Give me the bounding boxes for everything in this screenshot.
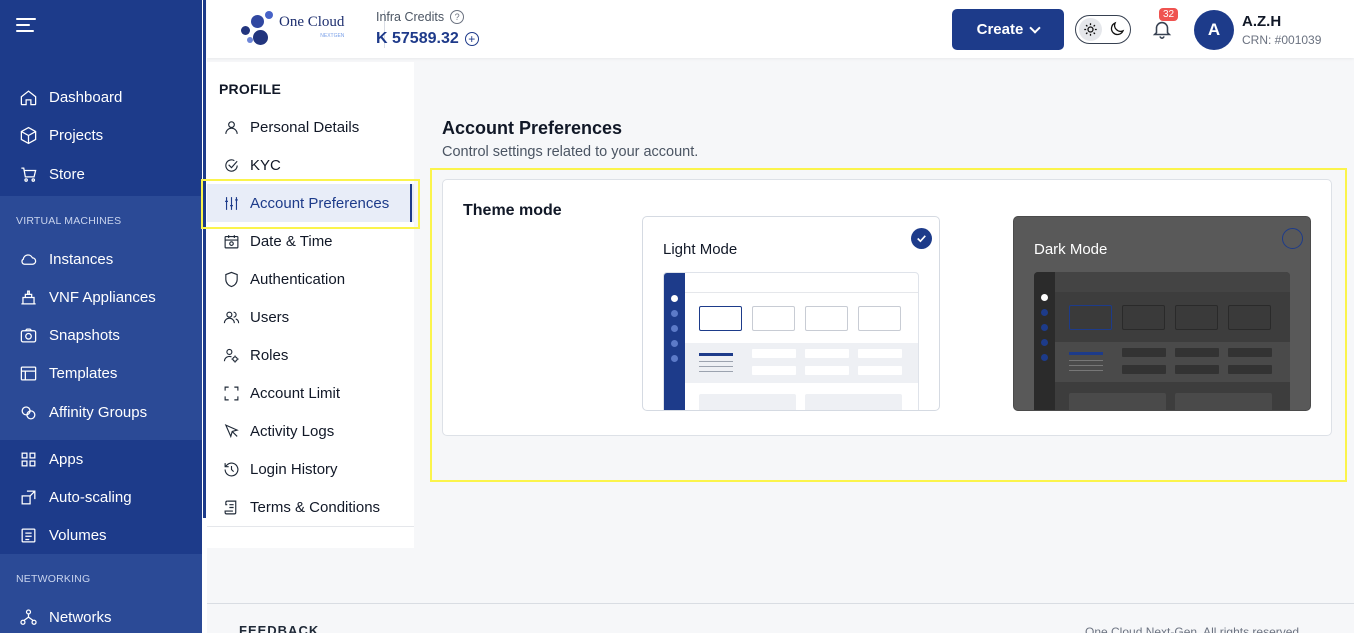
sidebar-item-label: Auto-scaling <box>49 488 132 506</box>
brand-logo[interactable]: One Cloud NEXTGEN <box>237 9 344 49</box>
sidebar-item-label: Projects <box>49 126 104 144</box>
sidebar-item-auto-scaling[interactable]: Auto-scaling <box>0 480 202 514</box>
check-circle-icon <box>222 156 240 174</box>
sidebar-item-label: Templates <box>49 364 118 382</box>
profile-item-label: Personal Details <box>250 118 360 136</box>
top-header: One Cloud NEXTGEN Infra Credits ? K 5758… <box>207 0 1354 58</box>
page-title: Account Preferences <box>442 118 623 138</box>
sidebar-item-templates[interactable]: Templates <box>0 356 202 390</box>
logo-mark-icon <box>237 9 277 49</box>
profile-nav-title: PROFILE <box>219 81 282 97</box>
profile-item-label: Activity Logs <box>250 422 335 440</box>
profile-item-terms-conditions[interactable]: Terms & Conditions <box>207 488 414 526</box>
help-icon[interactable]: ? <box>450 10 465 24</box>
sidebar-item-label: Affinity Groups <box>49 403 148 421</box>
sidebar-scrollbar-thumb[interactable] <box>203 0 206 518</box>
profile-item-label: Authentication <box>250 270 346 288</box>
sidebar-item-label: VNF Appliances <box>49 288 156 306</box>
network-icon <box>18 607 38 627</box>
template-icon <box>18 363 38 383</box>
sidebar-item-label: Snapshots <box>49 326 120 344</box>
user-crn: CRN: #001039 <box>1242 33 1322 47</box>
user-gear-icon <box>222 346 240 364</box>
frame-icon <box>222 384 240 402</box>
shield-icon <box>222 270 240 288</box>
profile-item-label: Account Limit <box>250 384 341 402</box>
sidebar-item-store[interactable]: Store <box>0 157 202 191</box>
sidebar-item-label: Dashboard <box>49 88 123 106</box>
section-label-vm: VIRTUAL MACHINES <box>16 215 122 227</box>
sidebar-item-label: Instances <box>49 250 114 268</box>
logo-text: One Cloud NEXTGEN <box>279 14 345 40</box>
profile-item-roles[interactable]: Roles <box>207 336 414 374</box>
profile-item-label: KYC <box>250 156 281 174</box>
selection-highlight-theme <box>430 168 1347 482</box>
section-label-networking: NETWORKING <box>16 573 91 585</box>
credits-value: K 57589.32 + <box>376 30 479 48</box>
sidebar-item-apps[interactable]: Apps <box>0 442 202 476</box>
avatar[interactable]: A <box>1194 10 1234 50</box>
cart-icon <box>18 164 38 184</box>
chevron-down-icon <box>1029 21 1042 34</box>
users-icon <box>222 308 240 326</box>
volume-icon <box>18 525 38 545</box>
copyright-text: One Cloud Next-Gen. All rights reserved. <box>1085 625 1303 633</box>
hamburger-menu-icon[interactable] <box>16 18 36 34</box>
scale-icon <box>18 487 38 507</box>
selection-highlight-nav <box>201 179 420 229</box>
moon-icon <box>1108 20 1126 43</box>
profile-item-label: Terms & Conditions <box>250 498 381 516</box>
sidebar-item-instances[interactable]: Instances <box>0 242 202 276</box>
sidebar-item-label: Apps <box>49 450 84 468</box>
sidebar-item-affinity-groups[interactable]: Affinity Groups <box>0 395 202 429</box>
firewall-icon <box>18 287 38 307</box>
credits-label: Infra Credits ? <box>376 10 465 24</box>
sidebar-item-label: Volumes <box>49 526 107 544</box>
add-credits-icon[interactable]: + <box>464 32 479 46</box>
theme-toggle[interactable] <box>1075 15 1131 44</box>
profile-item-authentication[interactable]: Authentication <box>207 260 414 298</box>
cursor-icon <box>222 422 240 440</box>
sidebar-item-dashboard[interactable]: Dashboard <box>0 80 202 114</box>
page-subtitle: Control settings related to your account… <box>442 144 699 160</box>
footer-divider <box>207 603 1354 604</box>
profile-item-account-limit[interactable]: Account Limit <box>207 374 414 412</box>
left-sidebar: Dashboard Projects Store VIRTUAL MACHINE… <box>0 0 202 633</box>
sidebar-item-label: Networks <box>49 608 112 626</box>
sidebar-item-volumes[interactable]: Volumes <box>0 518 202 552</box>
user-icon <box>222 118 240 136</box>
profile-item-activity-logs[interactable]: Activity Logs <box>207 412 414 450</box>
feedback-link[interactable]: FEEDBACK <box>239 623 319 633</box>
sun-icon <box>1079 18 1102 41</box>
sidebar-item-projects[interactable]: Projects <box>0 118 202 152</box>
history-icon <box>222 460 240 478</box>
profile-item-users[interactable]: Users <box>207 298 414 336</box>
profile-item-label: Users <box>250 308 290 326</box>
notification-count-badge: 32 <box>1159 8 1179 21</box>
camera-icon <box>18 325 38 345</box>
cube-icon <box>18 125 38 145</box>
sidebar-item-networks[interactable]: Networks <box>0 600 202 633</box>
sidebar-item-snapshots[interactable]: Snapshots <box>0 318 202 352</box>
affinity-icon <box>18 402 38 422</box>
sidebar-item-vnf-appliances[interactable]: VNF Appliances <box>0 280 202 314</box>
calendar-icon <box>222 232 240 250</box>
grid-icon <box>18 449 38 469</box>
cloud-icon <box>18 249 38 269</box>
home-icon <box>18 87 38 107</box>
profile-item-label: Roles <box>250 346 289 364</box>
profile-item-label: Login History <box>250 460 338 478</box>
create-button[interactable]: Create <box>952 9 1064 50</box>
sidebar-item-label: Store <box>49 165 85 183</box>
user-name[interactable]: A.Z.H <box>1242 13 1281 30</box>
profile-nav-divider <box>207 526 414 527</box>
notification-bell-icon[interactable] <box>1151 18 1173 40</box>
profile-item-label: Date & Time <box>250 232 333 250</box>
scroll-icon <box>222 498 240 516</box>
profile-nav: PROFILE Personal Details KYC Account Pre… <box>207 62 414 548</box>
profile-item-login-history[interactable]: Login History <box>207 450 414 488</box>
profile-item-personal-details[interactable]: Personal Details <box>207 108 414 146</box>
